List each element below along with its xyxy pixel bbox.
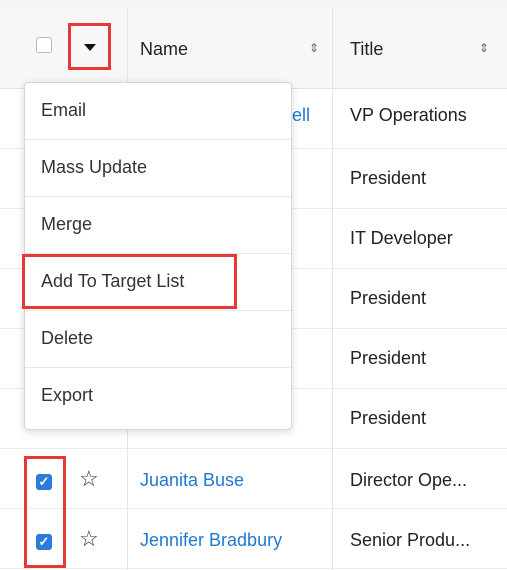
caret-down-icon[interactable] bbox=[84, 44, 96, 51]
row-title: VP Operations bbox=[350, 105, 467, 125]
highlight-box-add-to-target-list bbox=[22, 254, 237, 309]
row-title: President bbox=[350, 348, 427, 368]
row-name-link[interactable]: Jennifer Bradbury bbox=[140, 529, 282, 551]
row-checkbox[interactable]: ✓ bbox=[36, 474, 52, 490]
star-icon[interactable]: ☆ bbox=[79, 526, 99, 552]
top-strip bbox=[0, 0, 507, 8]
row-name-link[interactable]: ell bbox=[292, 104, 310, 126]
select-all-checkbox[interactable] bbox=[36, 37, 52, 53]
row-name-link[interactable]: Juanita Buse bbox=[140, 469, 244, 491]
row-title: Director Ope... bbox=[350, 470, 468, 490]
row-title: President bbox=[350, 168, 427, 188]
name-column-header[interactable]: Name bbox=[140, 38, 188, 60]
row-checkbox[interactable]: ✓ bbox=[36, 534, 52, 550]
star-icon[interactable]: ☆ bbox=[79, 466, 99, 492]
sort-icon[interactable]: ⇕ bbox=[479, 41, 489, 55]
row-title: President bbox=[350, 408, 427, 428]
menu-item-mass-update[interactable]: Mass Update bbox=[25, 140, 291, 197]
sort-icon[interactable]: ⇕ bbox=[309, 41, 319, 55]
row-title: IT Developer bbox=[350, 228, 453, 248]
menu-item-export[interactable]: Export bbox=[25, 368, 291, 425]
menu-item-email[interactable]: Email bbox=[25, 83, 291, 140]
row-title: President bbox=[350, 288, 427, 308]
highlight-box-checked-rows bbox=[24, 456, 66, 568]
row-title: Senior Produ... bbox=[350, 530, 471, 550]
title-column-header[interactable]: Title bbox=[350, 38, 383, 60]
menu-item-merge[interactable]: Merge bbox=[25, 197, 291, 254]
menu-item-delete[interactable]: Delete bbox=[25, 311, 291, 368]
